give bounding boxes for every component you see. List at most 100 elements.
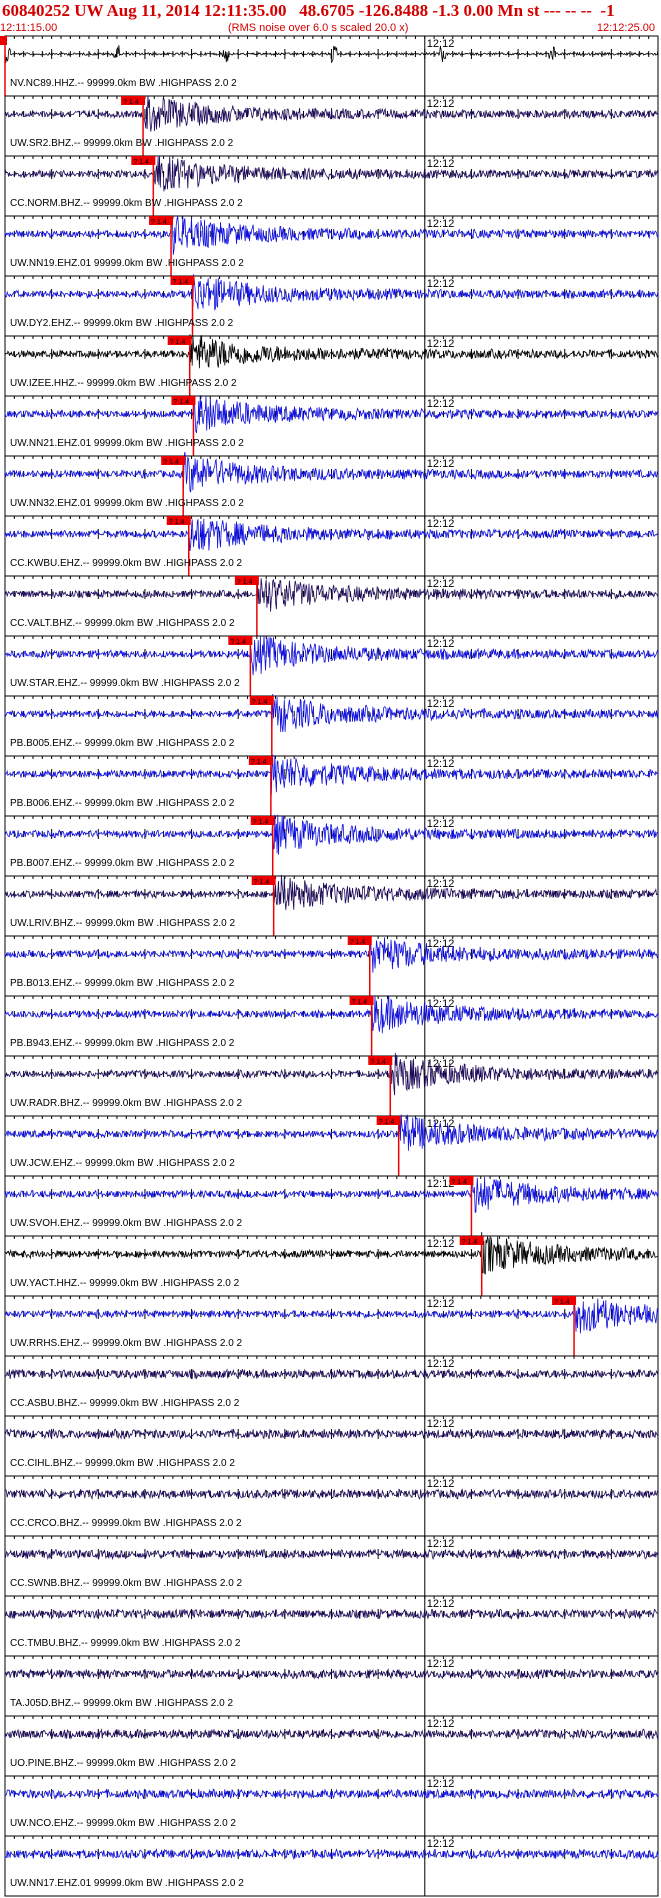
station-label: CC.NORM.BHZ.-- 99999.0km BW .HIGHPASS 2.… [10,198,243,209]
station-label: UW.YACT.HHZ.-- 99999.0km BW .HIGHPASS 2.… [10,1278,240,1289]
pick-label: ? 1.4 [173,399,189,406]
pick-flag [0,36,7,45]
pick-label: ? 1.4 [169,519,185,526]
minute-marker-label: 12:12 [427,818,455,830]
station-label: PB.B943.EHZ.-- 99999.0km BW .HIGHPASS 2.… [10,1038,235,1049]
minute-marker-label: 12:12 [427,1718,455,1730]
minute-marker-label: 12:12 [427,578,455,590]
trace-row: 12:12 ? 1.4 CC.NORM.BHZ.-- 99999.0km BW .H… [4,155,659,216]
trace-row: 12:12 CC.ASBU.BHZ.-- 99999.0km BW .HIGHPA… [4,1355,659,1416]
pick-label: ? 1.4 [173,279,189,286]
pick-label: ? 1.4 [379,1119,395,1126]
trace-row: 12:12 ? 1.4 CC.VALT.BHZ.-- 99999.0km BW .H… [4,575,659,636]
trace-row: 12:12? 1.4UW.RADR.BHZ.-- 99999.0km BW .H… [4,1052,659,1116]
pick-label: ? 1.4 [451,1179,467,1186]
trace-row: 12:12 UW.NCO.EHZ.-- 99999.0km BW .HIGHPAS… [4,1775,659,1836]
trace-row: 12:12? 1.4UW.SVOH.EHZ.-- 99999.0km BW .H… [4,1175,659,1236]
trace-row: 12:12 CC.TMBU.BHZ.-- 99999.0km BW .HIGHPA… [4,1595,659,1656]
trace-row: 12:12 ? 1.4 UW.NN32.EHZ.01 99999.0km BW .H… [4,451,659,516]
trace-row: 12:12 TA.J05D.BHZ.-- 99999.0km BW .HIGHPA… [4,1655,659,1716]
minute-marker-label: 12:12 [427,1538,455,1550]
waveform-trace [4,155,659,192]
minute-marker-label: 12:12 [427,1418,455,1430]
minute-marker-label: 12:12 [427,758,455,770]
seismogram-plot: 12:12 ? 1.4 NV.NC89.HHZ.-- 99999.0km BW .H… [0,35,659,1897]
pick-label: ? 1.4 [123,99,139,106]
pick-label: ? 1.4 [370,1059,386,1066]
trace-row: 12:12 ? 1.4 UW.NN21.EHZ.01 99999.0km BW .H… [4,395,659,456]
station-label: PB.B006.EHZ.-- 99999.0km BW .HIGHPASS 2.… [10,798,235,809]
station-label: UO.PINE.BHZ.-- 99999.0km BW .HIGHPASS 2.… [10,1758,236,1769]
station-label: UW.NN17.EHZ.01 99999.0km BW .HIGHPASS 2.… [10,1878,244,1889]
waveform-trace [4,215,659,255]
station-label: CC.ASBU.BHZ.-- 99999.0km BW .HIGHPASS 2.… [10,1398,240,1409]
minute-marker-label: 12:12 [427,1478,455,1490]
station-label: UW.LRIV.BHZ.-- 99999.0km BW .HIGHPASS 2.… [10,918,236,929]
pick-label: ? 1.4 [163,459,179,466]
station-label: UW.RADR.BHZ.-- 99999.0km BW .HIGHPASS 2.… [10,1098,243,1109]
trace-row: 12:12? 1.4NV.NC89.HHZ.-- 99999.0km BW .H… [0,35,659,96]
station-label: PB.B005.EHZ.-- 99999.0km BW .HIGHPASS 2.… [10,738,235,749]
minute-marker-label: 12:12 [427,638,455,650]
station-label: TA.J05D.BHZ.-- 99999.0km BW .HIGHPASS 2.… [10,1698,233,1709]
trace-row: 12:12? 1.4PB.B013.EHZ.-- 99999.0km BW .H… [4,935,659,996]
station-label: NV.NC89.HHZ.-- 99999.0km BW .HIGHPASS 2.… [10,78,237,89]
minute-marker-label: 12:12 [427,338,455,350]
trace-row: 12:12 ? 1.4 CC.KWBU.EHZ.-- 99999.0km BW .H… [4,515,659,576]
minute-marker-label: 12:12 [427,98,455,110]
minute-marker-label: 12:12 [427,1658,455,1670]
pick-label: ? 1.4 [462,1239,478,1246]
station-label: UW.NCO.EHZ.-- 99999.0km BW .HIGHPASS 2.0… [10,1818,236,1829]
waveform-trace [4,518,659,551]
minute-marker-label: 12:12 [427,1358,455,1370]
minute-marker-label: 12:12 [427,218,455,230]
pick-label: ? 1.4 [254,879,270,886]
trace-row: 12:12 ? 1.4 UW.STAR.EHZ.-- 99999.0km BW .H… [4,635,659,696]
trace-row: 12:12 ? 1.4 UW.RRHS.EHZ.-- 99999.0km BW .H… [4,1295,659,1356]
minute-marker-label: 12:12 [427,518,455,530]
minute-marker-label: 12:12 [427,1838,455,1850]
minute-marker-label: 12:12 [427,158,455,170]
trace-row: 12:12 ? 1.4 UW.IZEE.HHZ.-- 99999.0km BW .H… [4,334,659,396]
pick-label: ? 1.4 [251,759,267,766]
minute-marker-label: 12:12 [427,398,455,410]
station-label: CC.SWNB.BHZ.-- 99999.0km BW .HIGHPASS 2.… [10,1578,243,1589]
station-label: PB.B007.EHZ.-- 99999.0km BW .HIGHPASS 2.… [10,858,235,869]
trace-row: 12:12? 1.4PB.B943.EHZ.-- 99999.0km BW .H… [4,995,659,1056]
station-label: UW.STAR.EHZ.-- 99999.0km BW .HIGHPASS 2.… [10,678,240,689]
station-label: UW.NN19.EHZ.01 99999.0km BW .HIGHPASS 2.… [10,258,244,269]
pick-label: ? 1.4 [151,219,167,226]
station-label: UW.JCW.EHZ.-- 99999.0km BW .HIGHPASS 2.0… [10,1158,235,1169]
station-label: CC.CIHL.BHZ.-- 99999.0km BW .HIGHPASS 2.… [10,1458,235,1469]
station-label: UW.IZEE.HHZ.-- 99999.0km BW .HIGHPASS 2.… [10,378,237,389]
trace-row: 12:12? 1.4UW.JCW.EHZ.-- 99999.0km BW .HI… [4,1114,659,1176]
minute-marker-label: 12:12 [427,1778,455,1790]
trace-row: 12:12 CC.CRCO.BHZ.-- 99999.0km BW .HIGHPA… [4,1475,659,1536]
trace-row: 12:12 ? 1.4 PB.B007.EHZ.-- 99999.0km BW .H… [4,814,659,876]
trace-row: 12:12 CC.CIHL.BHZ.-- 99999.0km BW .HIGHPA… [4,1415,659,1476]
station-label: UW.NN32.EHZ.01 99999.0km BW .HIGHPASS 2.… [10,498,244,509]
trace-row: 12:12 ? 1.4 UW.YACT.HHZ.-- 99999.0km BW .H… [4,1231,659,1296]
minute-marker-label: 12:12 [427,458,455,470]
station-label: UW.DY2.EHZ.-- 99999.0km BW .HIGHPASS 2.0… [10,318,234,329]
minute-marker-label: 12:12 [427,1298,455,1310]
station-label: UW.NN21.EHZ.01 99999.0km BW .HIGHPASS 2.… [10,438,244,449]
station-label: UW.SR2.BHZ.-- 99999.0km BW .HIGHPASS 2.0… [10,138,234,149]
station-label: UW.RRHS.EHZ.-- 99999.0km BW .HIGHPASS 2.… [10,1338,243,1349]
waveform-trace [4,95,659,132]
pick-label: ? 1.4 [0,39,1,46]
waveform-trace [4,1176,659,1213]
pick-label: ? 1.4 [170,339,186,346]
trace-row: 12:12 ? 1.4 PB.B006.EHZ.-- 99999.0km BW .H… [4,754,659,816]
pick-label: ? 1.4 [253,819,269,826]
pick-label: ? 1.4 [133,159,149,166]
waveform-trace [5,1114,659,1151]
waveform-trace [4,874,659,910]
minute-marker-label: 12:12 [427,278,455,290]
pick-label: ? 1.4 [230,639,246,646]
minute-marker-label: 12:12 [427,1598,455,1610]
station-label: CC.TMBU.BHZ.-- 99999.0km BW .HIGHPASS 2.… [10,1638,241,1649]
pick-label: ? 1.4 [350,939,366,946]
minute-marker-label: 12:12 [427,1238,455,1250]
pick-label: ? 1.4 [237,579,253,586]
